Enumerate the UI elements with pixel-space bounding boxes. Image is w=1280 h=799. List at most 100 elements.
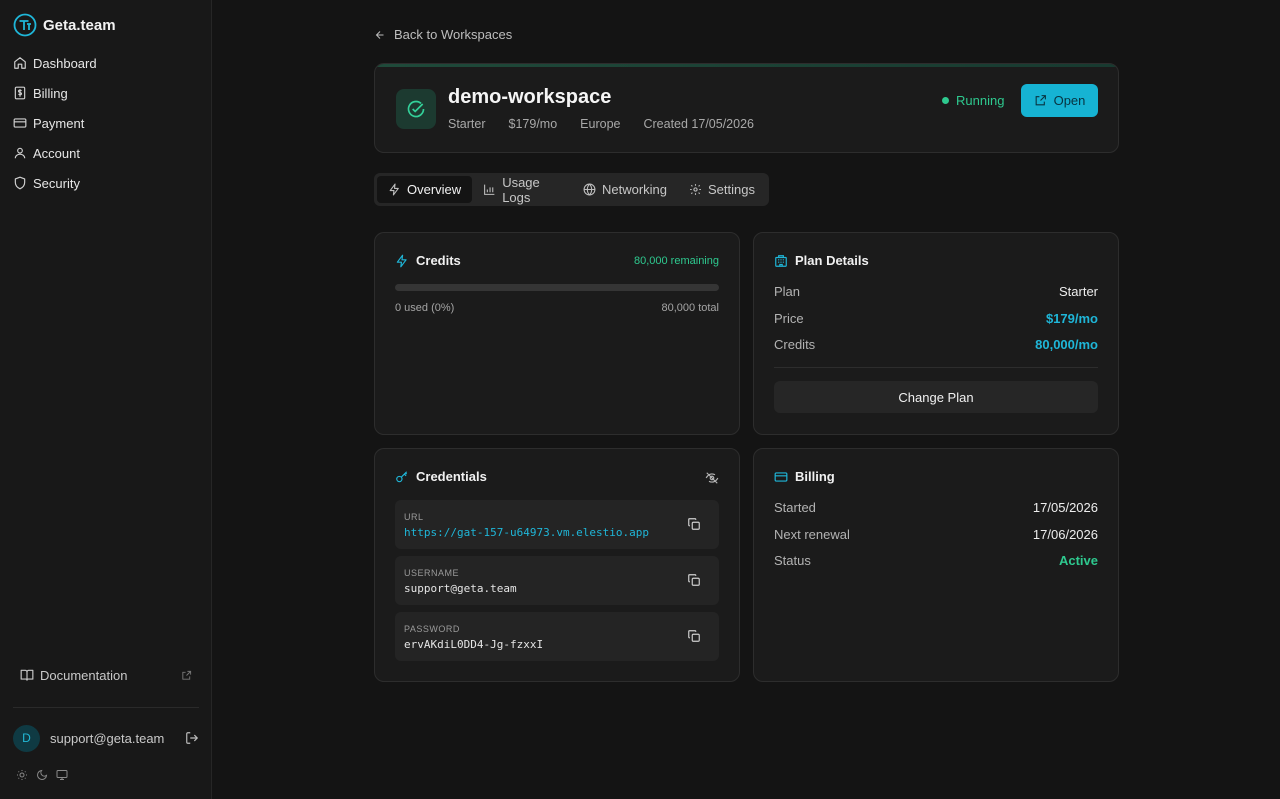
url-value[interactable]: https://gat-157-u64973.vm.elestio.app	[404, 526, 649, 539]
started-row: Started 17/05/2026	[774, 500, 1098, 515]
home-icon	[13, 56, 27, 70]
copy-icon[interactable]	[687, 573, 701, 587]
back-to-workspaces-link[interactable]: Back to Workspaces	[374, 27, 512, 42]
next-renewal-row: Next renewal 17/06/2026	[774, 527, 1098, 542]
tab-networking[interactable]: Networking	[572, 176, 678, 203]
tab-settings[interactable]: Settings	[678, 176, 766, 203]
sidebar-item-account[interactable]: Account	[0, 138, 211, 168]
sidebar-item-label: Billing	[33, 85, 68, 101]
zap-icon	[395, 254, 409, 268]
billing-title: Billing	[774, 469, 835, 484]
credits-total: 80,000 total	[661, 302, 720, 314]
tab-label: Settings	[708, 182, 755, 197]
building-icon	[774, 254, 788, 268]
credits-card: Credits 80,000 remaining 0 used (0%) 80,…	[374, 232, 740, 435]
sidebar-nav: Dashboard Billing Payment Account Securi…	[0, 48, 211, 198]
credits-row: Credits 80,000/mo	[774, 337, 1098, 352]
password-value: ervAKdiL0DD4-Jg-fzxxI	[404, 638, 544, 651]
password-label: PASSWORD	[404, 624, 460, 634]
credentials-title: Credentials	[395, 469, 487, 484]
workspace-status-icon	[396, 89, 436, 129]
copy-icon[interactable]	[687, 629, 701, 643]
price-row-value: $179/mo	[1045, 311, 1098, 326]
sidebar-item-payment[interactable]: Payment	[0, 108, 211, 138]
credits-row-value: 80,000/mo	[1035, 337, 1098, 352]
plan-row: Plan Starter	[774, 284, 1098, 299]
brand[interactable]: Geta.team	[13, 13, 116, 37]
user-menu: D support@geta.team	[13, 724, 199, 752]
price-row-label: Price	[774, 311, 804, 326]
workspace-tabs: Overview Usage Logs Networking Settings	[374, 173, 769, 206]
credentials-title-label: Credentials	[416, 469, 487, 484]
brand-name: Geta.team	[43, 16, 116, 34]
next-renewal-label: Next renewal	[774, 527, 850, 542]
plan-details-title: Plan Details	[774, 253, 869, 268]
credentials-card: Credentials URL https://gat-157-u64973.v…	[374, 448, 740, 682]
back-label: Back to Workspaces	[394, 27, 513, 42]
credits-row-label: Credits	[774, 337, 816, 352]
key-icon	[395, 470, 409, 484]
sidebar-divider	[13, 707, 199, 708]
eye-off-icon[interactable]	[705, 471, 719, 485]
tab-label: Networking	[601, 182, 668, 197]
shield-icon	[13, 176, 27, 190]
sidebar-item-label: Account	[33, 145, 80, 161]
credits-remaining: 80,000 remaining	[633, 255, 719, 267]
open-workspace-button[interactable]: Open	[1021, 84, 1098, 117]
plan-details-card: Plan Details Plan Starter Price $179/mo …	[753, 232, 1119, 435]
open-label: Open	[1053, 93, 1086, 108]
copy-icon[interactable]	[687, 517, 701, 531]
tab-usage-logs[interactable]: Usage Logs	[472, 175, 572, 205]
credits-used: 0 used (0%)	[395, 302, 455, 314]
globe-icon	[583, 183, 596, 196]
username-field: USERNAME support@geta.team	[395, 556, 719, 605]
sun-icon[interactable]	[16, 769, 28, 781]
tab-overview[interactable]: Overview	[377, 176, 473, 203]
credit-card-icon	[13, 116, 27, 130]
user-icon	[13, 146, 27, 160]
status-row: Status Active	[774, 553, 1098, 568]
username-label: USERNAME	[404, 568, 460, 578]
tab-label: Overview	[407, 182, 462, 197]
moon-icon[interactable]	[36, 769, 48, 781]
user-email: support@geta.team	[50, 730, 165, 746]
monitor-icon[interactable]	[56, 769, 68, 781]
plan-row-value: Starter	[1058, 284, 1098, 299]
workspace-plan: Starter	[448, 117, 486, 131]
external-link-icon	[181, 670, 192, 681]
price-row: Price $179/mo	[774, 311, 1098, 326]
credits-title: Credits	[395, 253, 461, 268]
next-renewal-value: 17/06/2026	[1032, 527, 1098, 542]
sidebar-item-security[interactable]: Security	[0, 168, 211, 198]
plan-details-title-label: Plan Details	[795, 253, 869, 268]
password-field: PASSWORD ervAKdiL0DD4-Jg-fzxxI	[395, 612, 719, 661]
arrow-left-icon	[374, 29, 386, 41]
url-label: URL	[404, 512, 424, 522]
credits-title-label: Credits	[416, 253, 461, 268]
status-value: Active	[1058, 553, 1098, 568]
started-label: Started	[774, 500, 816, 515]
sidebar-item-billing[interactable]: Billing	[0, 78, 211, 108]
sidebar-item-dashboard[interactable]: Dashboard	[0, 48, 211, 78]
external-link-icon	[1034, 94, 1047, 107]
sidebar-item-label: Dashboard	[33, 55, 97, 71]
change-plan-button[interactable]: Change Plan	[774, 381, 1098, 413]
bar-chart-icon	[483, 183, 496, 196]
workspace-created: Created 17/05/2026	[643, 117, 754, 131]
credit-card-icon	[774, 470, 788, 484]
billing-card: Billing Started 17/05/2026 Next renewal …	[753, 448, 1119, 682]
workspace-header: demo-workspace Starter $179/mo Europe Cr…	[374, 63, 1119, 153]
zap-icon	[388, 183, 401, 196]
plan-row-label: Plan	[774, 284, 801, 299]
started-value: 17/05/2026	[1032, 500, 1098, 515]
username-value: support@geta.team	[404, 582, 517, 595]
status-dot-icon	[942, 97, 949, 104]
documentation-link[interactable]: Documentation	[20, 665, 192, 685]
workspace-meta: Starter $179/mo Europe Created 17/05/202…	[448, 117, 754, 131]
documentation-label: Documentation	[40, 667, 128, 683]
billing-title-label: Billing	[795, 469, 835, 484]
status-label-text: Status	[774, 553, 811, 568]
logout-icon[interactable]	[185, 731, 199, 745]
avatar[interactable]: D	[13, 724, 40, 752]
credits-progress-bar	[395, 284, 719, 291]
